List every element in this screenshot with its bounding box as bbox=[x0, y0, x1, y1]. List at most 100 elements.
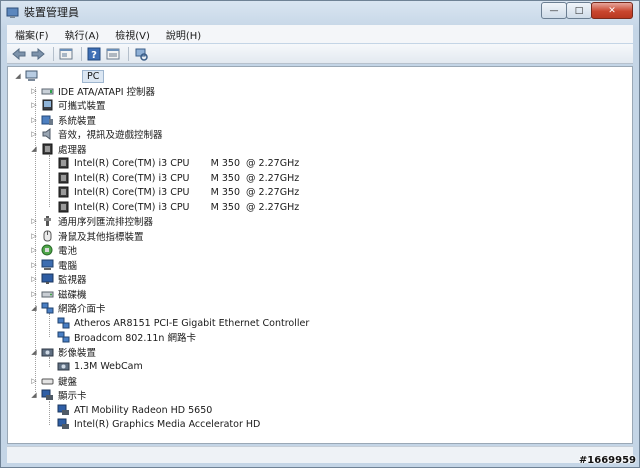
expand-arrow-icon[interactable]: ▷ bbox=[30, 290, 38, 298]
tree-item-label: 影像裝置 bbox=[58, 348, 97, 359]
tree-item-keyboards[interactable]: ▷ 鍵盤 bbox=[30, 374, 77, 388]
tree-item-label: 監視器 bbox=[58, 275, 87, 286]
tree-item-label: 鍵盤 bbox=[58, 377, 78, 388]
mouse-icon bbox=[43, 230, 52, 242]
expand-arrow-icon[interactable]: ▷ bbox=[30, 377, 38, 385]
system-device-icon bbox=[41, 115, 53, 125]
tree-item-label: Broadcom 802.11n 網路卡 bbox=[74, 333, 196, 344]
tree-guide-line bbox=[49, 313, 50, 337]
back-arrow-icon[interactable] bbox=[11, 46, 27, 62]
svg-text:?: ? bbox=[91, 50, 97, 61]
tree-item-label: 網路介面卡 bbox=[58, 304, 106, 315]
display-adapter-icon bbox=[41, 389, 53, 400]
tree-item-ide[interactable]: ▷ IDE ATA/ATAPI 控制器 bbox=[30, 84, 155, 98]
tree-guide-line bbox=[49, 401, 50, 425]
tree-item-label: 滑鼠及其他指標裝置 bbox=[58, 232, 144, 243]
tree-item-label: 顯示卡 bbox=[58, 391, 87, 402]
expand-arrow-icon[interactable]: ▷ bbox=[30, 246, 38, 254]
minimize-button[interactable]: — bbox=[541, 2, 567, 19]
tree-item-cpu[interactable]: Intel(R) Core(TM) i3 CPU M 350 @ 2.27GHz bbox=[57, 200, 299, 214]
window-title: 裝置管理員 bbox=[24, 6, 79, 19]
expand-arrow-icon[interactable]: ▷ bbox=[30, 217, 38, 225]
tree-item-disk-drives[interactable]: ▷ 磁碟機 bbox=[30, 287, 87, 301]
help-icon[interactable]: ? bbox=[86, 46, 102, 62]
view-icon[interactable] bbox=[105, 46, 121, 62]
monitor-icon bbox=[41, 273, 54, 284]
tree-item-label: 磁碟機 bbox=[58, 290, 87, 301]
tree-item-monitors[interactable]: ▷ 監視器 bbox=[30, 272, 87, 286]
tree-item-processors[interactable]: ◢ 處理器 bbox=[30, 142, 87, 156]
tree-root-label: PC bbox=[82, 69, 105, 83]
tree-item-label: Intel(R) Core(TM) i3 CPU M 350 @ 2.27GHz bbox=[74, 157, 300, 169]
collapse-arrow-icon[interactable]: ◢ bbox=[30, 145, 38, 153]
processor-icon bbox=[58, 172, 69, 184]
scan-hardware-icon[interactable] bbox=[133, 46, 149, 62]
toolbar-separator bbox=[53, 46, 54, 61]
tree-item-label: IDE ATA/ATAPI 控制器 bbox=[58, 87, 156, 98]
tree-item-computer[interactable]: ▷ 電腦 bbox=[30, 258, 77, 272]
expand-arrow-icon[interactable]: ▷ bbox=[30, 101, 38, 109]
computer-icon bbox=[25, 70, 38, 81]
tree-item-mice[interactable]: ▷ 滑鼠及其他指標裝置 bbox=[30, 229, 144, 243]
tree-item-ethernet-controller[interactable]: Atheros AR8151 PCI-E Gigabit Ethernet Co… bbox=[57, 316, 309, 330]
menu-view[interactable]: 檢視(V) bbox=[107, 27, 158, 42]
tree-item-label: Intel(R) Core(TM) i3 CPU M 350 @ 2.27GHz bbox=[74, 201, 300, 213]
tree-item-label: 系統裝置 bbox=[58, 116, 97, 127]
tree-item-label: 1.3M WebCam bbox=[74, 360, 143, 372]
network-adapter-icon bbox=[57, 331, 70, 343]
tree-item-intel-gpu[interactable]: Intel(R) Graphics Media Accelerator HD bbox=[57, 417, 260, 431]
keyboard-icon bbox=[41, 378, 54, 385]
expand-arrow-icon[interactable]: ▷ bbox=[30, 116, 38, 124]
tree-item-label: 可攜式裝置 bbox=[58, 101, 106, 112]
expand-arrow-icon[interactable]: ▷ bbox=[30, 130, 38, 138]
menu-help[interactable]: 說明(H) bbox=[158, 27, 209, 42]
device-manager-icon bbox=[6, 7, 19, 18]
tree-item-batteries[interactable]: ▷ 電池 bbox=[30, 243, 77, 257]
menu-action[interactable]: 執行(A) bbox=[57, 27, 108, 42]
computer-icon bbox=[41, 259, 54, 270]
tree-item-wireless-adapter[interactable]: Broadcom 802.11n 網路卡 bbox=[57, 330, 196, 344]
tree-item-imaging-devices[interactable]: ◢ 影像裝置 bbox=[30, 345, 96, 359]
toolbar-separator bbox=[81, 46, 82, 61]
close-button[interactable]: ✕ bbox=[591, 2, 633, 19]
collapse-arrow-icon[interactable]: ◢ bbox=[14, 72, 22, 80]
tree-item-system-devices[interactable]: ▷ 系統裝置 bbox=[30, 113, 96, 127]
window-controls: — □ ✕ bbox=[541, 2, 633, 19]
tree-item-cpu[interactable]: Intel(R) Core(TM) i3 CPU M 350 @ 2.27GHz bbox=[57, 156, 299, 170]
collapse-arrow-icon[interactable]: ◢ bbox=[30, 304, 38, 312]
tree-item-network-adapters[interactable]: ◢ 網路介面卡 bbox=[30, 301, 106, 315]
collapse-arrow-icon[interactable]: ◢ bbox=[30, 391, 38, 399]
maximize-button[interactable]: □ bbox=[566, 2, 592, 19]
portable-device-icon bbox=[42, 99, 53, 111]
tree-root[interactable]: ◢ PC bbox=[14, 69, 105, 83]
expand-arrow-icon[interactable]: ▷ bbox=[30, 87, 38, 95]
display-adapter-icon bbox=[57, 404, 69, 415]
battery-icon bbox=[41, 244, 53, 256]
tree-item-sound[interactable]: ▷ 音效，視訊及遊戲控制器 bbox=[30, 127, 163, 141]
tree-item-cpu[interactable]: Intel(R) Core(TM) i3 CPU M 350 @ 2.27GHz bbox=[57, 185, 299, 199]
forward-arrow-icon[interactable] bbox=[30, 46, 46, 62]
title-bar[interactable]: 裝置管理員 — □ ✕ bbox=[1, 1, 639, 23]
tree-guide-line bbox=[49, 155, 50, 207]
status-bar bbox=[7, 446, 633, 463]
tree-item-cpu[interactable]: Intel(R) Core(TM) i3 CPU M 350 @ 2.27GHz bbox=[57, 171, 299, 185]
expand-arrow-icon[interactable]: ▷ bbox=[30, 232, 38, 240]
tree-item-display-adapters[interactable]: ◢ 顯示卡 bbox=[30, 388, 87, 402]
processor-icon bbox=[42, 143, 53, 155]
processor-icon bbox=[58, 157, 69, 169]
tree-item-usb-controllers[interactable]: ▷ 通用序列匯流排控制器 bbox=[30, 214, 153, 228]
tree-item-portable-devices[interactable]: ▷ 可攜式裝置 bbox=[30, 98, 106, 112]
tree-item-label: 處理器 bbox=[58, 145, 87, 156]
ide-controller-icon bbox=[41, 88, 54, 95]
menu-file[interactable]: 檔案(F) bbox=[7, 27, 57, 42]
tree-item-label: Intel(R) Core(TM) i3 CPU M 350 @ 2.27GHz bbox=[74, 186, 300, 198]
toolbar-separator bbox=[128, 46, 129, 61]
properties-icon[interactable] bbox=[58, 46, 74, 62]
device-manager-window: 裝置管理員 — □ ✕ 檔案(F) 執行(A) 檢視(V) 說明(H) ? ◢ … bbox=[0, 0, 640, 468]
tree-item-webcam[interactable]: 1.3M WebCam bbox=[57, 359, 143, 373]
expand-arrow-icon[interactable]: ▷ bbox=[30, 275, 38, 283]
device-tree[interactable]: ◢ PC ▷ IDE ATA/ATAPI 控制器 ▷ 可攜式裝置 ▷ 系統裝置 … bbox=[7, 66, 633, 444]
collapse-arrow-icon[interactable]: ◢ bbox=[30, 348, 38, 356]
expand-arrow-icon[interactable]: ▷ bbox=[30, 261, 38, 269]
tree-item-ati-gpu[interactable]: ATI Mobility Radeon HD 5650 bbox=[57, 403, 212, 417]
